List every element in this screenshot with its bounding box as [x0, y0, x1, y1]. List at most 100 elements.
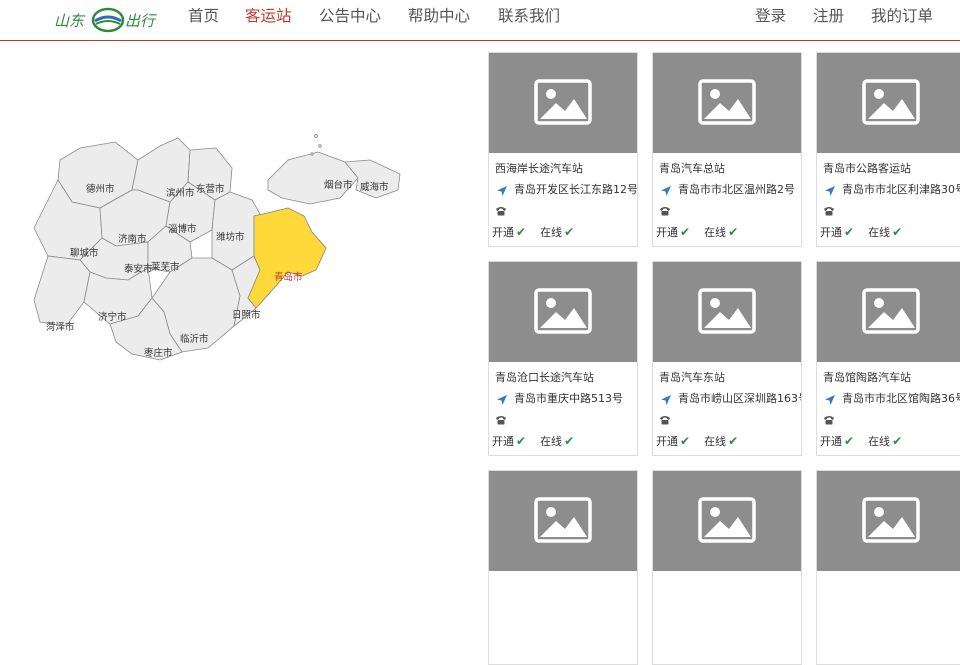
image-placeholder-icon [862, 288, 920, 334]
station-image-placeholder[interactable] [489, 471, 637, 571]
station-address: 青岛市市北区温州路2号 [678, 183, 795, 196]
map-label-binzhou: 滨州市 [166, 187, 195, 199]
check-icon: ✔ [728, 434, 739, 448]
status-online-label: 在线 [540, 226, 563, 239]
station-card[interactable]: 青岛沧口长途汽车站 青岛市重庆中路513号 开通 ✔ 在线 ✔ [488, 261, 638, 456]
map-label-taian: 泰安市 [124, 263, 153, 275]
station-image-placeholder[interactable] [817, 471, 960, 571]
station-address: 青岛市重庆中路513号 [514, 392, 623, 405]
status-open-label: 开通 [820, 435, 842, 448]
status-online-label: 在线 [868, 226, 891, 239]
location-arrow-icon [824, 391, 836, 405]
nav-stations[interactable]: 客运站 [245, 6, 292, 26]
map-island [314, 134, 318, 138]
check-icon: ✔ [844, 434, 855, 448]
my-orders-link[interactable]: 我的订单 [871, 6, 933, 26]
station-card[interactable]: 青岛汽车东站青岛市崂山区深圳路163号开通 ✔ 在线 ✔ [652, 261, 802, 456]
station-card[interactable]: 西海岸长途汽车站青岛开发区长江东路12号开通 ✔ 在线 ✔ [488, 52, 638, 247]
station-name[interactable]: 青岛汽车总站 [659, 160, 725, 176]
nav-help[interactable]: 帮助中心 [408, 6, 470, 26]
station-image-placeholder[interactable] [653, 53, 801, 153]
svg-text:出行: 出行 [125, 12, 157, 30]
station-name[interactable]: 青岛沧口长途汽车站 [495, 369, 594, 385]
status-open-label: 开通 [656, 435, 678, 448]
check-icon: ✔ [516, 434, 527, 448]
map-region-yantai[interactable] [267, 151, 359, 205]
station-image-placeholder[interactable] [653, 262, 801, 362]
station-image-placeholder[interactable] [653, 471, 801, 571]
station-name[interactable]: 西海岸长途汽车站 [495, 160, 583, 176]
station-status: 开通 ✔ 在线 ✔ [820, 224, 916, 240]
image-placeholder-icon [862, 79, 920, 125]
map-island [310, 152, 314, 156]
map-label-liaocheng: 聊城市 [70, 247, 99, 259]
map-label-zaozhuang: 枣庄市 [144, 347, 173, 359]
station-status: 开通 ✔ 在线 ✔ [820, 433, 916, 449]
station-image-placeholder[interactable] [817, 53, 960, 153]
station-name[interactable]: 青岛汽车东站 [659, 369, 725, 385]
phone-icon [495, 410, 507, 425]
map-label-laiwu: 莱芜市 [151, 261, 180, 273]
image-placeholder-icon [698, 79, 756, 125]
station-card[interactable]: 青岛汽车总站 青岛市市北区温州路2号 开通 ✔ 在线 ✔ [652, 52, 802, 247]
phone-icon [823, 410, 835, 425]
map-island [318, 144, 322, 148]
status-open-label: 开通 [492, 435, 514, 448]
phone-icon [659, 410, 671, 425]
register-link[interactable]: 注册 [813, 6, 844, 26]
nav-contact[interactable]: 联系我们 [498, 6, 560, 26]
map-label-weifang: 潍坊市 [216, 231, 245, 243]
map-label-rizhao: 日照市 [232, 309, 261, 321]
check-icon: ✔ [564, 225, 575, 239]
station-address: 青岛市市北区利津路30号 [842, 183, 960, 196]
station-name[interactable]: 青岛市公路客运站 [823, 160, 911, 176]
shandong-map: 德州市 滨州市 东营市 烟台市 威海市 聊城市 济南市 淄博市 潍坊市 泰安市 … [33, 134, 401, 361]
station-address: 青岛市崂山区深圳路163号 [678, 392, 802, 405]
map-label-jinan: 济南市 [118, 233, 147, 245]
map-label-heze: 菏泽市 [46, 321, 75, 333]
station-status: 开通 ✔ 在线 ✔ [656, 224, 752, 240]
map-region-qingdao-highlight[interactable] [247, 207, 327, 309]
station-address: 青岛市市北区馆陶路36号 [842, 392, 960, 405]
nav-home[interactable]: 首页 [188, 6, 219, 26]
map-label-yantai: 烟台市 [324, 179, 353, 191]
image-placeholder-icon [534, 288, 592, 334]
map-label-dongying: 东营市 [196, 183, 225, 195]
check-icon: ✔ [680, 434, 691, 448]
station-image-placeholder[interactable] [489, 262, 637, 362]
status-online-label: 在线 [540, 435, 563, 448]
station-image-placeholder[interactable] [817, 262, 960, 362]
check-icon: ✔ [516, 225, 527, 239]
nav-announcements[interactable]: 公告中心 [319, 6, 381, 26]
map-label-qingdao: 青岛市 [274, 271, 303, 283]
site-logo[interactable]: 山东 出行 [52, 4, 164, 34]
station-card[interactable] [652, 470, 802, 665]
station-card[interactable] [816, 470, 960, 665]
check-icon: ✔ [680, 225, 691, 239]
image-placeholder-icon [534, 79, 592, 125]
station-image-placeholder[interactable] [489, 53, 637, 153]
station-card[interactable]: 青岛市公路客运站青岛市市北区利津路30号开通 ✔ 在线 ✔ [816, 52, 960, 247]
top-navbar: 山东 出行 首页 客运站 公告中心 帮助中心 联系我们 登录 注册 我的订单 [0, 0, 960, 41]
login-link[interactable]: 登录 [755, 6, 786, 26]
map-label-zibo: 淄博市 [168, 223, 197, 235]
image-placeholder-icon [534, 497, 592, 543]
location-arrow-icon [496, 391, 508, 405]
station-status: 开通 ✔ 在线 ✔ [492, 224, 588, 240]
station-status: 开通 ✔ 在线 ✔ [656, 433, 752, 449]
station-address: 青岛开发区长江东路12号 [514, 183, 638, 196]
station-card[interactable]: 青岛馆陶路汽车站 青岛市市北区馆陶路36号 开通 ✔ 在线 ✔ [816, 261, 960, 456]
location-arrow-icon [824, 182, 836, 196]
station-card[interactable] [488, 470, 638, 665]
status-online-label: 在线 [868, 435, 891, 448]
image-placeholder-icon [698, 497, 756, 543]
map-label-weihai: 威海市 [360, 181, 389, 193]
map-region-heze[interactable] [33, 255, 91, 327]
check-icon: ✔ [728, 225, 739, 239]
station-name[interactable]: 青岛馆陶路汽车站 [823, 369, 911, 385]
status-open-label: 开通 [656, 226, 678, 239]
map-label-jining: 济宁市 [98, 311, 127, 323]
svg-text:山东: 山东 [54, 12, 86, 30]
station-status: 开通 ✔ 在线 ✔ [492, 433, 588, 449]
status-online-label: 在线 [704, 226, 727, 239]
